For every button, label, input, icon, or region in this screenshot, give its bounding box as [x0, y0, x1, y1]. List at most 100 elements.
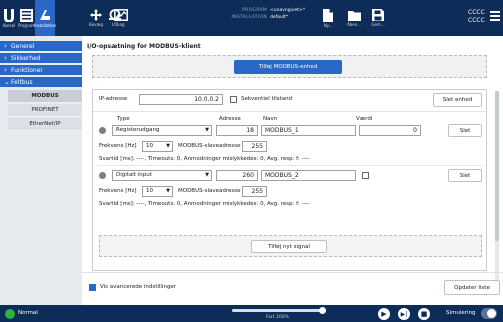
nav-item-safety[interactable]: › Sikkerhed: [0, 53, 82, 64]
tab-installation[interactable]: Installation: [33, 0, 57, 36]
chevron-right-icon: ›: [4, 66, 7, 74]
delete-device-button[interactable]: Slet enhed: [433, 93, 482, 107]
nav-item-safety-label: Sikkerhed: [11, 55, 41, 62]
hamburger-menu-icon[interactable]: [490, 11, 500, 21]
program-value: <unavngivet>*: [270, 8, 306, 13]
signal-stats: Svartid [ms]: ----, Timeouts: 0, Anmodni…: [99, 201, 310, 207]
tab-log[interactable]: Log: [113, 0, 129, 36]
signal-value-input[interactable]: 0: [359, 125, 421, 136]
installation-key: INSTALLATION: [231, 15, 267, 20]
stop-icon: ■: [420, 310, 428, 318]
delete-signal-button[interactable]: Slet: [448, 124, 482, 137]
dropdown-arrow-icon: ▼: [205, 172, 209, 178]
frequency-select[interactable]: 10 ▼: [142, 141, 173, 152]
nav-sub-profinet[interactable]: PROFINET: [8, 104, 82, 117]
stop-button[interactable]: ■: [418, 308, 430, 320]
tab-run[interactable]: Kørsel: [0, 0, 18, 36]
folder-icon: [347, 10, 361, 21]
program-list-icon: [20, 8, 33, 22]
nav-item-fieldbus-label: Feltbus: [11, 79, 33, 86]
advanced-settings-label: Vis avancerede indstillinger: [100, 284, 177, 290]
save-icon: [372, 9, 384, 21]
left-navigation: › Generel › Sikkerhed › Funktioner ⌄Feltbus…: [0, 36, 82, 305]
signal-address-input[interactable]: 18: [216, 125, 258, 136]
frequency-label: Frekvens [Hz]: [99, 143, 137, 149]
tab-move[interactable]: Bevæg: [88, 0, 104, 36]
play-icon: ▶: [381, 310, 387, 318]
scrollbar-thumb[interactable]: [495, 91, 499, 241]
bottom-bar: Normal Fart 100% ▶ ▶| ■ Simulering: [0, 305, 503, 322]
slave-address-label: MODBUS-slaveadresse: [178, 143, 241, 149]
play-button[interactable]: ▶: [378, 308, 390, 320]
log-chart-icon: [114, 9, 128, 21]
nav-item-features-label: Funktioner: [11, 67, 43, 74]
step-icon: ▶|: [400, 310, 408, 318]
installation-icon: [40, 10, 50, 20]
signal-type-select[interactable]: Registerudgang ▼: [112, 125, 212, 136]
tab-run-label: Kørsel: [2, 23, 16, 28]
signal-type-value: Digitalt input: [116, 172, 152, 178]
add-signal-button[interactable]: Tilføj nyt signal: [251, 240, 327, 253]
chevron-down-icon: ⌄: [4, 78, 10, 86]
signal-type-value: Registerudgang: [116, 127, 160, 133]
slave-address-input[interactable]: 255: [242, 141, 267, 152]
slave-address-input[interactable]: 255: [242, 186, 267, 197]
main-content: I/O-opsætning for MODBUS-klient Tilføj M…: [82, 36, 503, 305]
save-file-button[interactable]: Gem...: [370, 0, 386, 36]
ip-address-input[interactable]: 10.0.0.2: [139, 94, 223, 105]
advanced-settings-checkbox[interactable]: [89, 284, 96, 291]
new-file-button[interactable]: Ny...: [320, 0, 336, 36]
frequency-value: 10: [146, 143, 153, 149]
nav-item-general[interactable]: › Generel: [0, 41, 82, 52]
open-file-button[interactable]: Åben...: [345, 0, 363, 36]
refresh-list-button[interactable]: Opdater liste: [444, 280, 500, 295]
value-header: Værdi: [356, 116, 373, 122]
status-label: Normal: [18, 310, 38, 316]
divider: [97, 165, 482, 166]
status-indicator: [5, 309, 15, 319]
dropdown-arrow-icon: ▼: [166, 188, 170, 194]
nav-item-fieldbus[interactable]: ⌄Feltbus: [0, 77, 82, 88]
tab-program-label: Program: [18, 22, 35, 28]
top-bar: Kørsel Program Installation Bevæg I/O Lo…: [0, 0, 503, 36]
tab-move-label: Bevæg: [88, 22, 104, 27]
signal-status-dot: [99, 127, 106, 134]
robot-logo-icon: [4, 9, 14, 22]
simulation-label: Simulering: [446, 310, 476, 316]
top-right-line2: CCCC: [468, 17, 485, 24]
signal-name-input[interactable]: MODBUS_1: [261, 125, 356, 136]
add-modbus-device-button[interactable]: Tilføj MODBUS-enhed: [234, 60, 342, 74]
signal-name-input[interactable]: MODBUS_2: [261, 170, 356, 181]
type-header: Type: [117, 116, 130, 122]
nav-item-features[interactable]: › Funktioner: [0, 65, 82, 76]
frequency-label: Frekvens [Hz]: [99, 188, 137, 194]
signal-status-dot: [99, 172, 106, 179]
signal-type-select[interactable]: Digitalt input ▼: [112, 170, 212, 181]
tab-log-label: Log: [117, 22, 125, 27]
chevron-right-icon: ›: [4, 54, 7, 62]
speed-label: Fart 100%: [266, 315, 289, 320]
sequential-mode-checkbox[interactable]: [230, 96, 237, 103]
name-header: Navn: [263, 116, 278, 122]
tab-installation-label: Installation: [33, 23, 57, 28]
signal-value-checkbox[interactable]: [362, 172, 369, 179]
simulation-toggle[interactable]: [481, 308, 497, 319]
scrollbar[interactable]: [495, 91, 499, 291]
delete-signal-button[interactable]: Slet: [448, 169, 482, 182]
nav-sub-ethernetip[interactable]: EtherNet/IP: [8, 118, 82, 131]
frequency-select[interactable]: 10 ▼: [142, 186, 173, 197]
nav-sub-modbus[interactable]: MODBUS: [8, 90, 82, 103]
signal-address-input[interactable]: 260: [216, 170, 258, 181]
polyscope-window: Kørsel Program Installation Bevæg I/O Lo…: [0, 0, 503, 322]
frequency-value: 10: [146, 188, 153, 194]
toggle-knob: [487, 309, 496, 318]
step-button[interactable]: ▶|: [398, 308, 410, 320]
move-cross-icon: [90, 9, 102, 21]
speed-slider-handle[interactable]: [319, 307, 326, 314]
new-file-label: Ny...: [323, 22, 333, 28]
sequential-mode-label: Sekventiel tilstand: [241, 96, 293, 102]
speed-slider[interactable]: [232, 307, 326, 314]
tab-program[interactable]: Program: [18, 0, 35, 36]
address-header: Adresse: [219, 116, 241, 122]
save-file-label: Gem...: [371, 22, 385, 27]
